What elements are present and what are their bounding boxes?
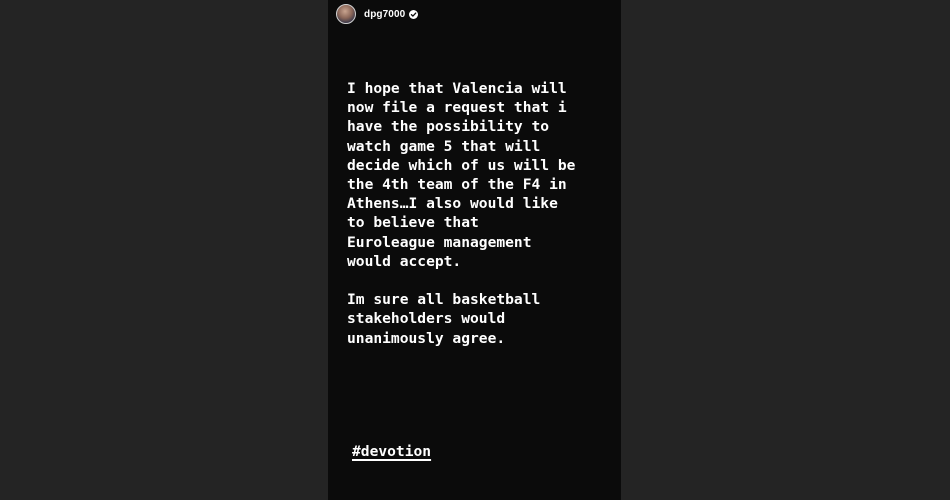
username[interactable]: dpg7000 (364, 9, 405, 20)
story-frame: dpg7000 I hope that Valencia will now fi… (328, 0, 621, 500)
story-paragraph-1: I hope that Valencia will now file a req… (347, 80, 576, 270)
story-header: dpg7000 (336, 3, 419, 25)
story-paragraph-2: Im sure all basketball stakeholders woul… (347, 291, 541, 347)
avatar[interactable] (336, 4, 356, 24)
verified-badge-icon (409, 9, 419, 19)
story-text: I hope that Valencia will now file a req… (347, 79, 617, 348)
hashtag-link[interactable]: #devotion (352, 442, 431, 461)
